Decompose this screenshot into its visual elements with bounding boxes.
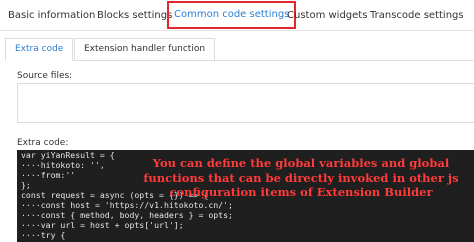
- tab-extra-code[interactable]: Extra code: [5, 38, 74, 61]
- tab-basic-information[interactable]: Basic information: [8, 0, 95, 31]
- tab-common-code-settings[interactable]: Common code settings: [167, 1, 297, 29]
- tab-extension-handler-function[interactable]: Extension handler function: [74, 38, 216, 61]
- source-files-label: Source files:: [17, 71, 73, 81]
- tab-blocks-settings[interactable]: Blocks settings: [97, 0, 172, 31]
- settings-tab-bar: Basic information Blocks settings Common…: [0, 0, 474, 31]
- tab-transcode-settings[interactable]: Transcode settings: [370, 0, 464, 31]
- extra-code-label: Extra code:: [17, 138, 69, 148]
- tab-custom-widgets[interactable]: Custom widgets: [287, 0, 367, 31]
- code-line: ····const host = 'https://v1.hitokoto.cn…: [21, 200, 233, 210]
- source-files-input[interactable]: [17, 83, 474, 123]
- code-sub-tab-bar: Extra code Extension handler function: [5, 38, 474, 61]
- code-line: ····try {: [21, 230, 66, 240]
- annotation-callout: You can define the global variables and …: [143, 156, 459, 199]
- code-line: ····var url = host + opts['url'];: [21, 220, 184, 230]
- code-line: ····const { method, body, headers } = op…: [21, 210, 233, 220]
